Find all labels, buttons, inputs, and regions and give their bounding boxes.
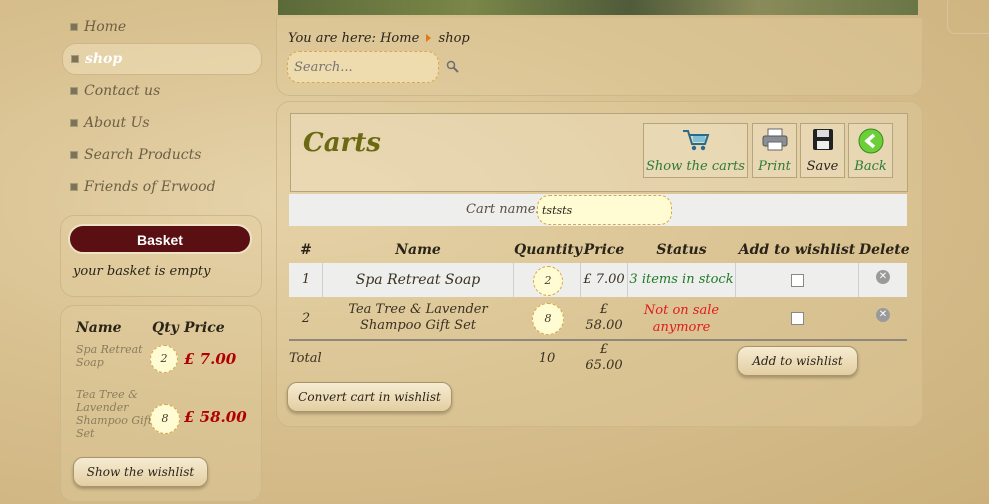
col-header-price: Price (583, 242, 625, 258)
nav-label: Search Products (84, 147, 202, 163)
row-qty-input[interactable]: 2 (533, 266, 563, 296)
delete-icon[interactable]: ✕ (876, 270, 890, 284)
row-status: Not on sale anymore (643, 303, 720, 335)
row-qty-input[interactable]: 8 (532, 303, 564, 335)
bullet-icon (71, 54, 79, 63)
row-name: Tea Tree & Lavender Shampoo Gift Set (348, 302, 488, 333)
bullet-icon (70, 22, 78, 31)
mini-cart-price: £ 58.00 (184, 408, 247, 426)
breadcrumb: You are here: Home shop (288, 31, 470, 46)
nav-item-home[interactable]: Home (62, 12, 260, 42)
show-wishlist-button[interactable]: Show the wishlist (73, 457, 208, 487)
convert-cart-button[interactable]: Convert cart in wishlist (287, 382, 452, 412)
wishlist-checkbox[interactable] (791, 312, 804, 325)
col-header-status: Status (656, 242, 707, 258)
nav-item-about[interactable]: About Us (62, 108, 260, 138)
basket-empty-text: your basket is empty (73, 264, 211, 279)
back-arrow-icon (858, 128, 883, 154)
col-header-name: Name (395, 242, 441, 258)
col-header-add-to-wishlist: Add to wishlist (738, 242, 856, 258)
search-icon[interactable] (446, 60, 460, 74)
mini-cart-col-price: Price (184, 320, 225, 336)
mini-cart-qty: 8 (150, 404, 180, 434)
mini-cart-col-name: Name (76, 320, 122, 336)
floppy-disk-icon (812, 129, 833, 150)
header-photo (278, 0, 918, 15)
tool-label: Show the carts (646, 159, 745, 174)
breadcrumb-prefix: You are here: (288, 31, 376, 46)
basket-button[interactable]: Basket (68, 224, 252, 254)
nav-item-friends[interactable]: Friends of Erwood (62, 172, 260, 202)
corner-frame (947, 0, 989, 34)
save-button[interactable]: Save (800, 123, 845, 178)
bullet-icon (70, 150, 78, 159)
mini-cart-price: £ 7.00 (184, 350, 237, 368)
col-header-number: # (300, 242, 312, 258)
row-price: £ 58.00 (585, 302, 623, 333)
nav-label: About Us (84, 115, 150, 131)
total-price: £ 65.00 (585, 342, 623, 373)
mini-cart-col-qty: Qty (152, 320, 179, 336)
nav-item-shop[interactable]: shop (62, 43, 262, 75)
breadcrumb-home-link[interactable]: Home (380, 31, 419, 46)
col-header-delete: Delete (859, 242, 910, 258)
row-number: 1 (301, 272, 311, 287)
breadcrumb-arrow-icon (426, 34, 432, 42)
mini-cart-item-name: Tea Tree & Lavender Shampoo Gift Set (76, 388, 153, 440)
show-carts-button[interactable]: Show the carts (643, 123, 748, 178)
nav-item-search-products[interactable]: Search Products (62, 140, 260, 170)
printer-icon (762, 128, 787, 151)
add-to-wishlist-button[interactable]: Add to wishlist (737, 346, 858, 376)
back-button[interactable]: Back (848, 123, 893, 178)
total-label: Total (289, 351, 322, 366)
nav-label: shop (85, 51, 123, 67)
bullet-icon (70, 86, 78, 95)
cell-divider (858, 263, 859, 297)
col-header-quantity: Quantity (514, 242, 583, 258)
table-separator (289, 339, 907, 341)
tool-label: Print (758, 159, 791, 174)
row-status: 3 items in stock (629, 272, 734, 287)
cart-name-label: Cart name: (466, 202, 540, 217)
cart-icon (682, 130, 709, 151)
page-title: Carts (303, 128, 381, 158)
print-button[interactable]: Print (752, 123, 797, 178)
breadcrumb-current: shop (438, 31, 470, 46)
cell-divider (513, 263, 514, 297)
mini-cart-item-name: Spa Retreat Soap (76, 343, 143, 369)
nav-item-contact[interactable]: Contact us (62, 76, 260, 106)
mini-cart-qty: 2 (150, 345, 178, 373)
tool-label: Back (854, 159, 887, 174)
delete-icon[interactable]: ✕ (876, 308, 890, 322)
nav-label: Contact us (84, 83, 161, 99)
row-name: Spa Retreat Soap (355, 272, 481, 288)
nav-label: Home (84, 19, 127, 35)
bullet-icon (70, 118, 78, 127)
wishlist-checkbox[interactable] (791, 274, 804, 287)
nav-label: Friends of Erwood (84, 179, 216, 195)
cell-divider (735, 263, 736, 297)
row-number: 2 (301, 311, 311, 326)
search-input[interactable] (287, 51, 439, 83)
cart-name-input[interactable] (537, 195, 672, 225)
total-qty: 10 (538, 351, 556, 366)
tool-label: Save (806, 159, 839, 174)
row-price: £ 7.00 (583, 272, 625, 287)
bullet-icon (70, 182, 78, 191)
